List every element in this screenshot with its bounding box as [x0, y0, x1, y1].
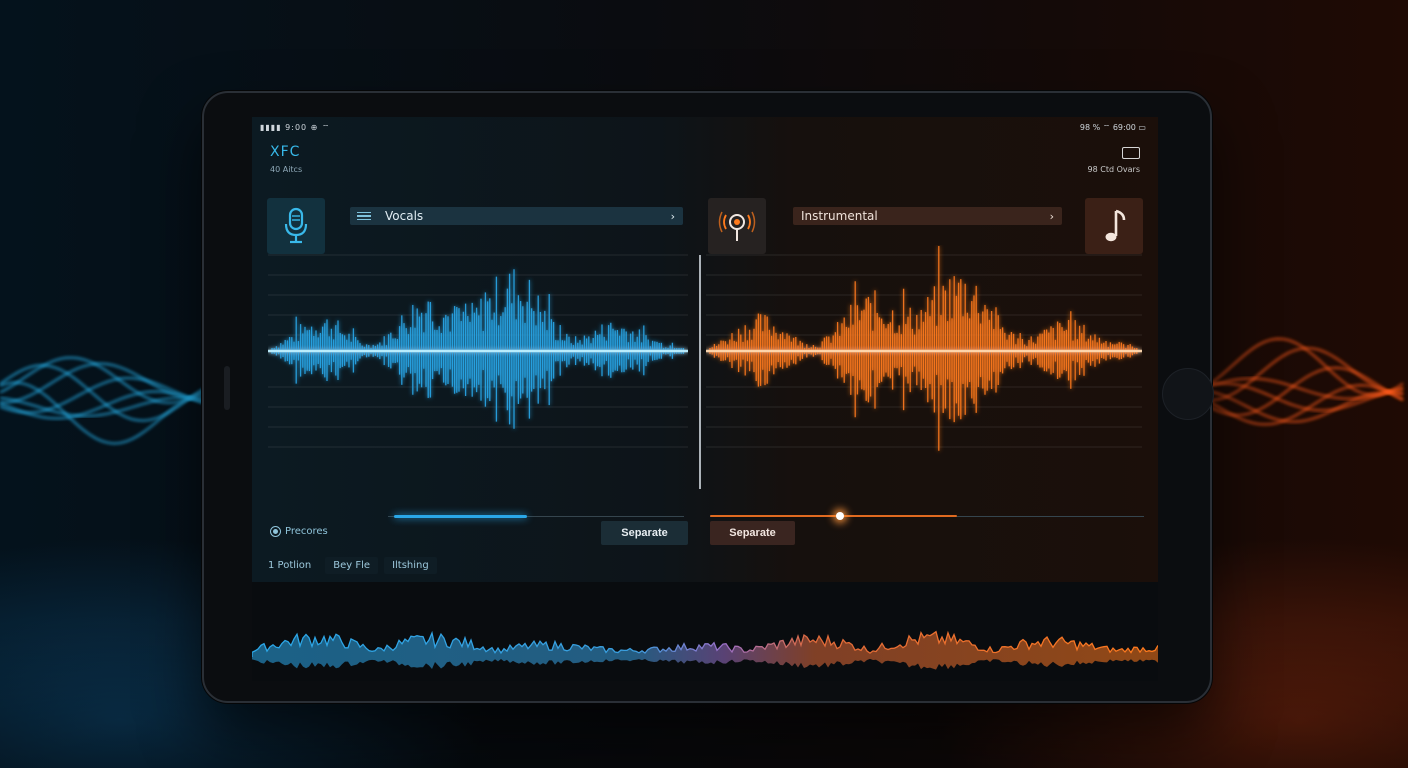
app-subtitle: 40 Aitcs [270, 165, 303, 174]
radio-icon [270, 526, 281, 537]
vocals-slider-fill[interactable] [393, 515, 528, 518]
status-right: 98 % ⌔ 69:00 ▭ [1079, 123, 1146, 132]
instrumental-slider-knob[interactable] [835, 512, 844, 520]
presets-label: Precores [285, 526, 328, 537]
instrumental-waveform[interactable] [706, 245, 1142, 475]
vocals-track-header[interactable]: Vocals › [350, 207, 683, 225]
bottom-tabs: 1 Potlion Bey Fle Iltshing [260, 557, 437, 574]
background-wave-strand [1204, 384, 1404, 426]
separate-instrumental-button[interactable]: Separate [710, 521, 795, 545]
battery-icon[interactable] [1122, 147, 1140, 159]
menu-icon [357, 210, 371, 223]
tab-key-file[interactable]: Bey Fle [325, 557, 379, 574]
mix-timeline-waveform[interactable] [252, 582, 1158, 681]
chevron-right-icon: › [1049, 209, 1054, 223]
background-wave-strand [1204, 382, 1404, 412]
chevron-right-icon: › [670, 209, 675, 223]
podcast-mic-icon [718, 211, 756, 241]
tab-pitching[interactable]: Iltshing [384, 557, 437, 574]
app-screen: ▮▮▮▮ 9:00 ⊕ ⌔ 98 % ⌔ 69:00 ▭ XFC 40 Aitc… [252, 117, 1158, 681]
mix-waveform-fill [252, 631, 1158, 670]
instrumental-label: Instrumental [801, 209, 878, 223]
separate-vocals-button[interactable]: Separate [601, 521, 688, 545]
presets-option[interactable]: Precores [270, 526, 328, 537]
vocals-waveform[interactable] [268, 245, 688, 475]
background-wave-strand [1204, 347, 1404, 402]
mix-timeline-panel [252, 582, 1158, 681]
microphone-icon [284, 207, 308, 244]
top-right-label: 98 Ctd Ovars [1087, 165, 1140, 174]
split-divider[interactable] [699, 255, 701, 489]
instrumental-slider-fill[interactable] [710, 515, 958, 517]
vocals-label: Vocals [385, 209, 424, 223]
music-note-icon [1105, 209, 1126, 242]
status-bar: ▮▮▮▮ 9:00 ⊕ ⌔ 98 % ⌔ 69:00 ▭ [252, 117, 1158, 137]
status-left: ▮▮▮▮ 9:00 ⊕ ⌔ [260, 123, 331, 132]
tab-position[interactable]: 1 Potlion [260, 557, 319, 574]
tablet-side-sensor [224, 366, 230, 410]
home-button[interactable] [1162, 368, 1214, 420]
instrumental-track-header[interactable]: Instrumental › [793, 207, 1062, 225]
app-title: XFC [270, 144, 301, 160]
